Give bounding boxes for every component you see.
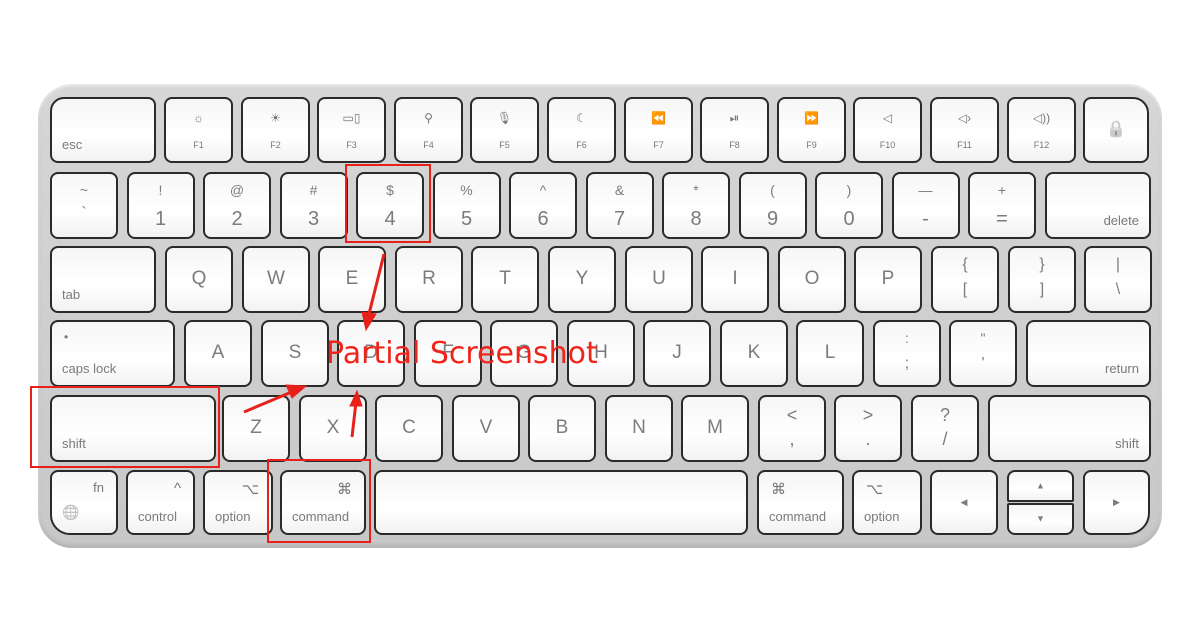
annotation-label: Partial Screenshot — [326, 336, 598, 371]
arrow-head-to-shift — [285, 384, 308, 399]
annotation-arrows — [243, 253, 386, 438]
arrow-from-4 — [366, 253, 386, 319]
arrow-to-command — [350, 401, 358, 438]
arrow-head-to-command — [349, 389, 363, 407]
arrow-to-shift — [243, 389, 295, 414]
arrow-head-from-4 — [361, 311, 377, 332]
